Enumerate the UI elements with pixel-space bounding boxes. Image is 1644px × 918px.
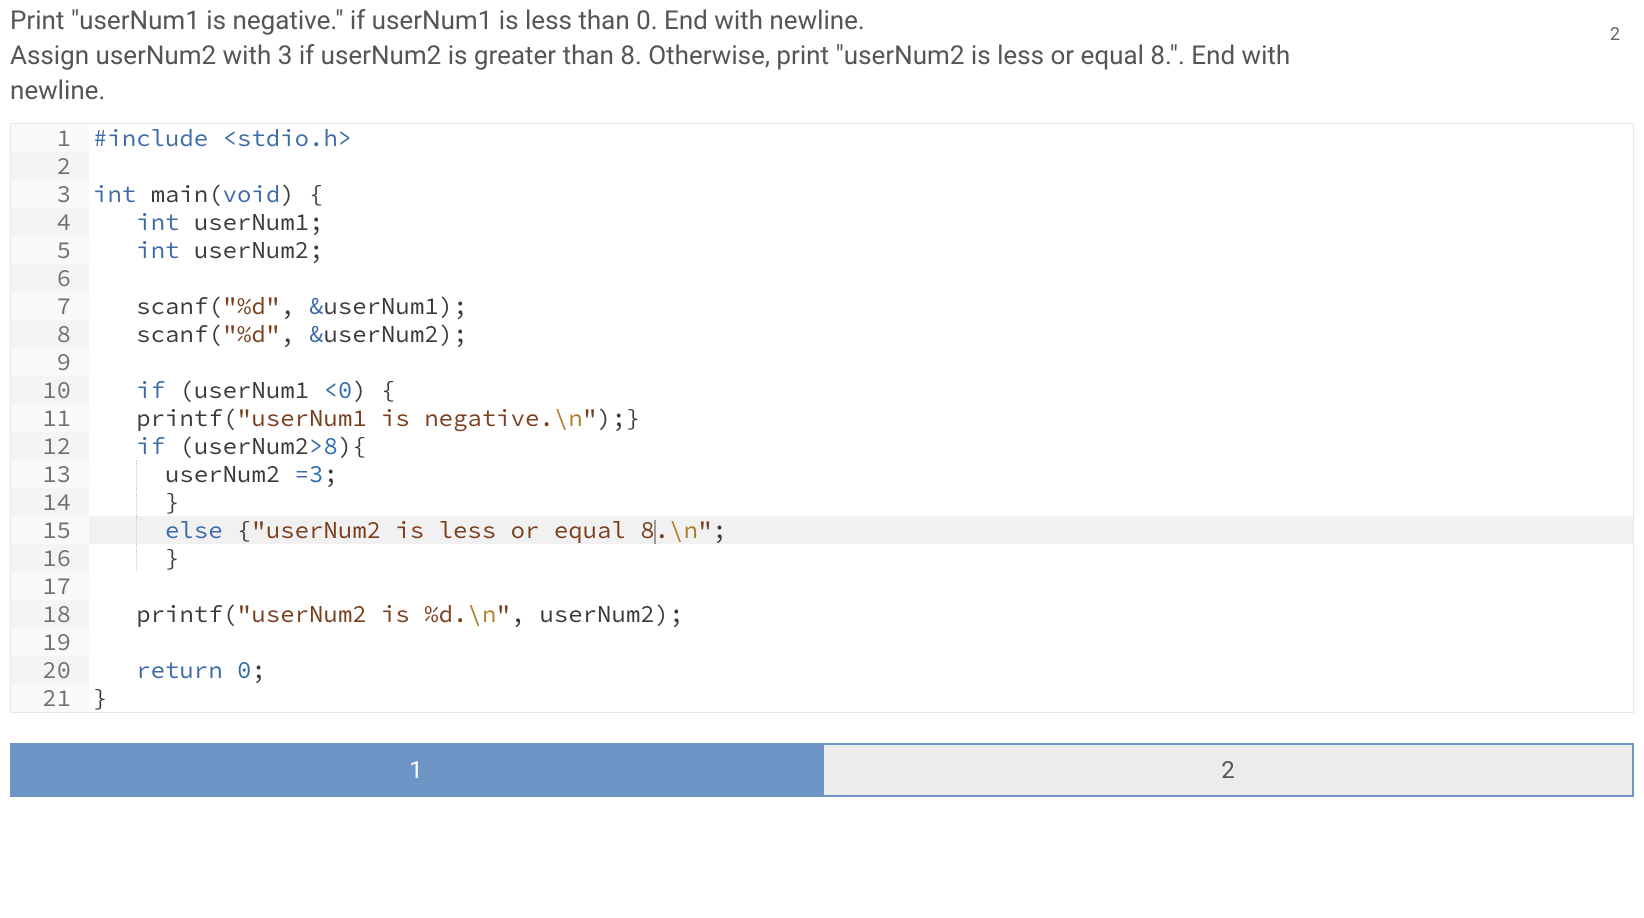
code-line: 5 int userNum2; xyxy=(11,236,1633,264)
code-line: 14 } xyxy=(11,488,1633,516)
line-number: 17 xyxy=(11,572,89,600)
code-line: 18 printf("userNum2 is %d.\n", userNum2)… xyxy=(11,600,1633,628)
code-text[interactable]: printf("userNum1 is negative.\n");} xyxy=(89,404,1633,432)
line-number: 7 xyxy=(11,292,89,320)
line-number: 20 xyxy=(11,656,89,684)
tab-bar: 1 2 xyxy=(10,743,1634,797)
code-line: 7 scanf("%d", &userNum1); xyxy=(11,292,1633,320)
code-text[interactable] xyxy=(89,628,1633,656)
line-number: 6 xyxy=(11,264,89,292)
code-line: 16 } xyxy=(11,544,1633,572)
code-line: 6 xyxy=(11,264,1633,292)
code-text[interactable] xyxy=(89,572,1633,600)
instruction-line-2: Assign userNum2 with 3 if userNum2 is gr… xyxy=(10,39,1390,109)
code-line: 8 scanf("%d", &userNum2); xyxy=(11,320,1633,348)
line-number: 2 xyxy=(11,152,89,180)
code-text[interactable] xyxy=(89,152,1633,180)
code-text[interactable]: } xyxy=(89,544,1633,572)
code-line: 4 int userNum1; xyxy=(11,208,1633,236)
code-line: 1 #include <stdio.h> xyxy=(11,124,1633,152)
code-line-active: 15 else {"userNum2 is less or equal 8.\n… xyxy=(11,516,1633,544)
code-line: 10 if (userNum1 <0) { xyxy=(11,376,1633,404)
code-text[interactable]: } xyxy=(89,488,1633,516)
line-number: 1 xyxy=(11,124,89,152)
line-number: 11 xyxy=(11,404,89,432)
code-text[interactable]: userNum2 =3; xyxy=(89,460,1633,488)
code-line: 17 xyxy=(11,572,1633,600)
line-number: 3 xyxy=(11,180,89,208)
line-number: 19 xyxy=(11,628,89,656)
code-text[interactable]: printf("userNum2 is %d.\n", userNum2); xyxy=(89,600,1633,628)
line-number: 8 xyxy=(11,320,89,348)
tab-2[interactable]: 2 xyxy=(822,743,1634,797)
problem-instructions: Print "userNum1 is negative." if userNum… xyxy=(10,0,1390,123)
question-number-badge: 2 xyxy=(1610,24,1620,45)
code-line: 13 userNum2 =3; xyxy=(11,460,1633,488)
code-line: 11 printf("userNum1 is negative.\n");} xyxy=(11,404,1633,432)
code-text[interactable]: int userNum1; xyxy=(89,208,1633,236)
code-text[interactable]: else {"userNum2 is less or equal 8.\n"; xyxy=(89,516,1633,544)
line-number: 12 xyxy=(11,432,89,460)
tab-1[interactable]: 1 xyxy=(10,743,822,797)
code-text[interactable]: } xyxy=(89,684,1633,712)
code-line: 3 int main(void) { xyxy=(11,180,1633,208)
line-number: 14 xyxy=(11,488,89,516)
line-number: 16 xyxy=(11,544,89,572)
line-number: 21 xyxy=(11,684,89,712)
code-text[interactable]: int main(void) { xyxy=(89,180,1633,208)
line-number: 9 xyxy=(11,348,89,376)
code-text[interactable]: scanf("%d", &userNum2); xyxy=(89,320,1633,348)
line-number: 18 xyxy=(11,600,89,628)
code-line: 19 xyxy=(11,628,1633,656)
code-line: 9 xyxy=(11,348,1633,376)
line-number: 4 xyxy=(11,208,89,236)
code-text[interactable] xyxy=(89,348,1633,376)
code-text[interactable]: if (userNum2>8){ xyxy=(89,432,1633,460)
line-number: 5 xyxy=(11,236,89,264)
line-number: 10 xyxy=(11,376,89,404)
code-text[interactable]: scanf("%d", &userNum1); xyxy=(89,292,1633,320)
line-number: 13 xyxy=(11,460,89,488)
line-number: 15 xyxy=(11,516,89,544)
code-line: 2 xyxy=(11,152,1633,180)
code-text[interactable] xyxy=(89,264,1633,292)
code-text[interactable]: if (userNum1 <0) { xyxy=(89,376,1633,404)
code-text[interactable]: #include <stdio.h> xyxy=(89,124,1633,152)
code-line: 12 if (userNum2>8){ xyxy=(11,432,1633,460)
code-line: 21 } xyxy=(11,684,1633,712)
code-text[interactable]: int userNum2; xyxy=(89,236,1633,264)
code-text[interactable]: return 0; xyxy=(89,656,1633,684)
code-editor[interactable]: 1 #include <stdio.h> 2 3 int main(void) … xyxy=(10,123,1634,713)
code-line: 20 return 0; xyxy=(11,656,1633,684)
instruction-line-1: Print "userNum1 is negative." if userNum… xyxy=(10,4,1390,39)
